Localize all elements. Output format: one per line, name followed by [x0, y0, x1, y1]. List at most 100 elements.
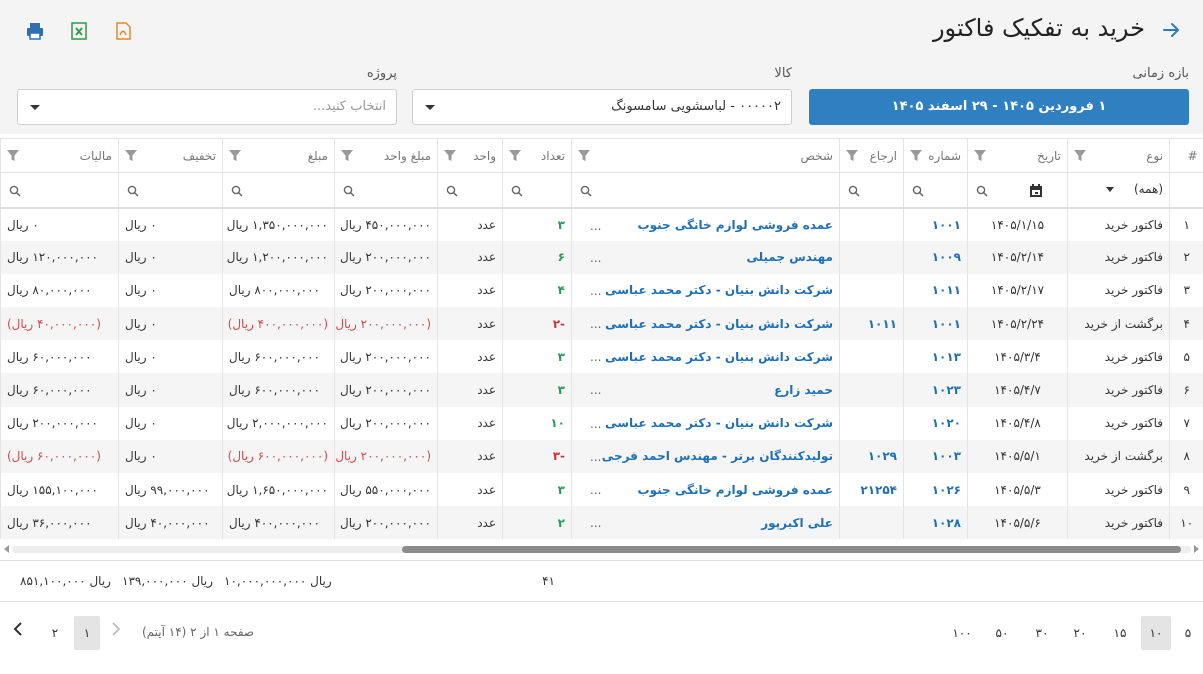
horizontal-scrollbar[interactable] — [0, 543, 1203, 555]
row-person-link[interactable]: شرکت دانش بنیان - دکتر محمد عباسی... — [571, 406, 840, 440]
row-person-name[interactable]: عمده فروشی لوازم خانگی جنوب — [638, 483, 833, 497]
column-header-index[interactable]: # — [1169, 138, 1203, 173]
table-row[interactable]: ۳ فاکتور خرید ۱۴۰۵/۲/۱۷ ۱۰۱۱ شرکت دانش بنیان… — [0, 273, 1203, 308]
row-ref-link[interactable] — [839, 340, 904, 374]
project-select[interactable]: انتخاب کنید... — [17, 89, 397, 125]
row-number-link[interactable]: ۱۰۲۶ — [903, 473, 968, 507]
unit-filter-cell[interactable] — [437, 172, 503, 209]
column-header-number[interactable]: شماره — [903, 138, 968, 173]
row-person-name[interactable]: عمده فروشی لوازم خانگی جنوب — [638, 218, 833, 232]
column-header-person[interactable]: شخص — [571, 138, 840, 173]
row-person-name[interactable]: شرکت دانش بنیان - دکتر محمد عباسی — [605, 416, 833, 430]
more-icon[interactable]: ... — [590, 483, 601, 497]
row-person-name[interactable]: مهندس جمیلی — [746, 250, 833, 264]
search-icon[interactable] — [9, 185, 21, 197]
row-number-link[interactable]: ۱۰۲۸ — [903, 506, 968, 540]
row-person-name[interactable]: تولیدکنندگان برتر - مهندس احمد فرجی — [602, 449, 833, 463]
table-row[interactable]: ۴ برگشت از خرید ۱۴۰۵/۲/۲۴ ۱۰۰۱ ۱۰۱۱ شرکت دانش… — [0, 307, 1203, 341]
row-person-link[interactable]: مهندس جمیلی... — [571, 240, 840, 274]
excel-export-icon[interactable] — [68, 20, 90, 42]
search-icon[interactable] — [511, 185, 523, 197]
page-size-option[interactable]: ۱۵ — [1107, 616, 1133, 650]
column-header-tax[interactable]: مالیات — [0, 138, 119, 173]
tax-filter-cell[interactable] — [0, 172, 119, 209]
page-size-option[interactable]: ۲۰ — [1067, 616, 1093, 650]
row-person-link[interactable]: عمده فروشی لوازم خانگی جنوب... — [571, 207, 840, 241]
discount-filter-cell[interactable] — [118, 172, 223, 209]
page-size-option[interactable]: ۵۰ — [989, 616, 1015, 650]
row-person-link[interactable]: شرکت دانش بنیان - دکتر محمد عباسی... — [571, 273, 840, 308]
filter-funnel-icon[interactable] — [509, 150, 521, 162]
row-person-link[interactable]: تولیدکنندگان برتر - مهندس احمد فرجی... — [571, 439, 840, 473]
row-person-name[interactable]: علی اکبرپور — [761, 516, 833, 530]
calendar-icon[interactable] — [1029, 184, 1043, 198]
column-header-unit[interactable]: واحد — [437, 138, 503, 173]
more-icon[interactable]: ... — [590, 350, 601, 364]
search-icon[interactable] — [976, 185, 988, 197]
scroll-left-icon[interactable] — [4, 545, 9, 553]
more-icon[interactable]: ... — [590, 417, 601, 431]
page-1-button[interactable]: ۱ — [74, 616, 100, 650]
row-person-name[interactable]: حمید زارع — [774, 383, 833, 397]
row-ref-link[interactable] — [839, 506, 904, 540]
number-filter-cell[interactable] — [903, 172, 968, 209]
row-ref-link[interactable] — [839, 207, 904, 241]
page-size-option[interactable]: ۳۰ — [1029, 616, 1055, 650]
row-person-name[interactable]: شرکت دانش بنیان - دکتر محمد عباسی — [605, 350, 833, 364]
row-number-link[interactable]: ۱۰۰۱ — [903, 307, 968, 341]
qty-filter-cell[interactable] — [502, 172, 572, 209]
unit-price-filter-cell[interactable] — [334, 172, 438, 209]
page-2-button[interactable]: ۲ — [42, 616, 68, 650]
more-icon[interactable]: ... — [590, 450, 601, 464]
row-person-link[interactable]: شرکت دانش بنیان - دکتر محمد عباسی... — [571, 307, 840, 341]
row-ref-link[interactable]: ۱۰۲۹ — [839, 439, 904, 473]
page-size-option[interactable]: ۱۰۰ — [949, 616, 975, 650]
chevron-left-icon[interactable] — [10, 620, 26, 638]
filter-funnel-icon[interactable] — [444, 150, 456, 162]
pdf-export-icon[interactable] — [112, 20, 134, 42]
filter-funnel-icon[interactable] — [910, 150, 922, 162]
row-ref-link[interactable] — [839, 406, 904, 440]
search-icon[interactable] — [580, 185, 592, 197]
row-person-link[interactable]: عمده فروشی لوازم خانگی جنوب... — [571, 473, 840, 507]
page-size-option[interactable]: ۱۰ — [1141, 616, 1171, 650]
row-number-link[interactable]: ۱۰۱۱ — [903, 273, 968, 308]
type-filter-cell[interactable]: (همه) — [1067, 172, 1170, 209]
more-icon[interactable]: ... — [590, 219, 601, 233]
row-person-name[interactable]: شرکت دانش بنیان - دکتر محمد عباسی — [605, 317, 833, 331]
column-header-amount[interactable]: مبلغ — [222, 138, 335, 173]
column-header-discount[interactable]: تخفیف — [118, 138, 223, 173]
page-size-option[interactable]: ۵ — [1175, 616, 1201, 650]
row-ref-link[interactable] — [839, 273, 904, 308]
scroll-right-icon[interactable] — [1194, 545, 1199, 553]
filter-funnel-icon[interactable] — [125, 150, 137, 162]
filter-funnel-icon[interactable] — [341, 150, 353, 162]
table-row[interactable]: ۵ فاکتور خرید ۱۴۰۵/۳/۴ ۱۰۱۳ شرکت دانش بنیان … — [0, 340, 1203, 374]
filter-funnel-icon[interactable] — [846, 150, 858, 162]
column-header-qty[interactable]: تعداد — [502, 138, 572, 173]
amount-filter-cell[interactable] — [222, 172, 335, 209]
table-row[interactable]: ۲ فاکتور خرید ۱۴۰۵/۲/۱۴ ۱۰۰۹ مهندس جمیلی... ۶… — [0, 240, 1203, 274]
row-number-link[interactable]: ۱۰۲۰ — [903, 406, 968, 440]
print-icon[interactable] — [24, 20, 46, 42]
filter-funnel-icon[interactable] — [578, 150, 590, 162]
more-icon[interactable]: ... — [590, 383, 601, 397]
filter-funnel-icon[interactable] — [229, 150, 241, 162]
table-row[interactable]: ۷ فاکتور خرید ۱۴۰۵/۴/۸ ۱۰۲۰ شرکت دانش بنیان … — [0, 406, 1203, 440]
search-icon[interactable] — [127, 185, 139, 197]
row-number-link[interactable]: ۱۰۰۳ — [903, 439, 968, 473]
table-row[interactable]: ۹ فاکتور خرید ۱۴۰۵/۵/۳ ۱۰۲۶ ۲۱۲۵۴ عمده فروشی … — [0, 473, 1203, 507]
column-header-unit-price[interactable]: مبلغ واحد — [334, 138, 438, 173]
more-icon[interactable]: ... — [590, 317, 601, 331]
search-icon[interactable] — [912, 185, 924, 197]
back-arrow-icon[interactable] — [1159, 18, 1183, 42]
more-icon[interactable]: ... — [590, 516, 601, 530]
person-filter-cell[interactable] — [571, 172, 840, 209]
table-row[interactable]: ۱ فاکتور خرید ۱۴۰۵/۱/۱۵ ۱۰۰۱ عمده فروشی لواز… — [0, 207, 1203, 241]
more-icon[interactable]: ... — [590, 284, 601, 298]
row-person-link[interactable]: حمید زارع... — [571, 373, 840, 407]
row-ref-link[interactable]: ۱۰۱۱ — [839, 307, 904, 341]
table-row[interactable]: ۶ فاکتور خرید ۱۴۰۵/۴/۷ ۱۰۲۳ حمید زارع... ۳ عدد… — [0, 373, 1203, 407]
more-icon[interactable]: ... — [590, 251, 601, 265]
search-icon[interactable] — [343, 185, 355, 197]
